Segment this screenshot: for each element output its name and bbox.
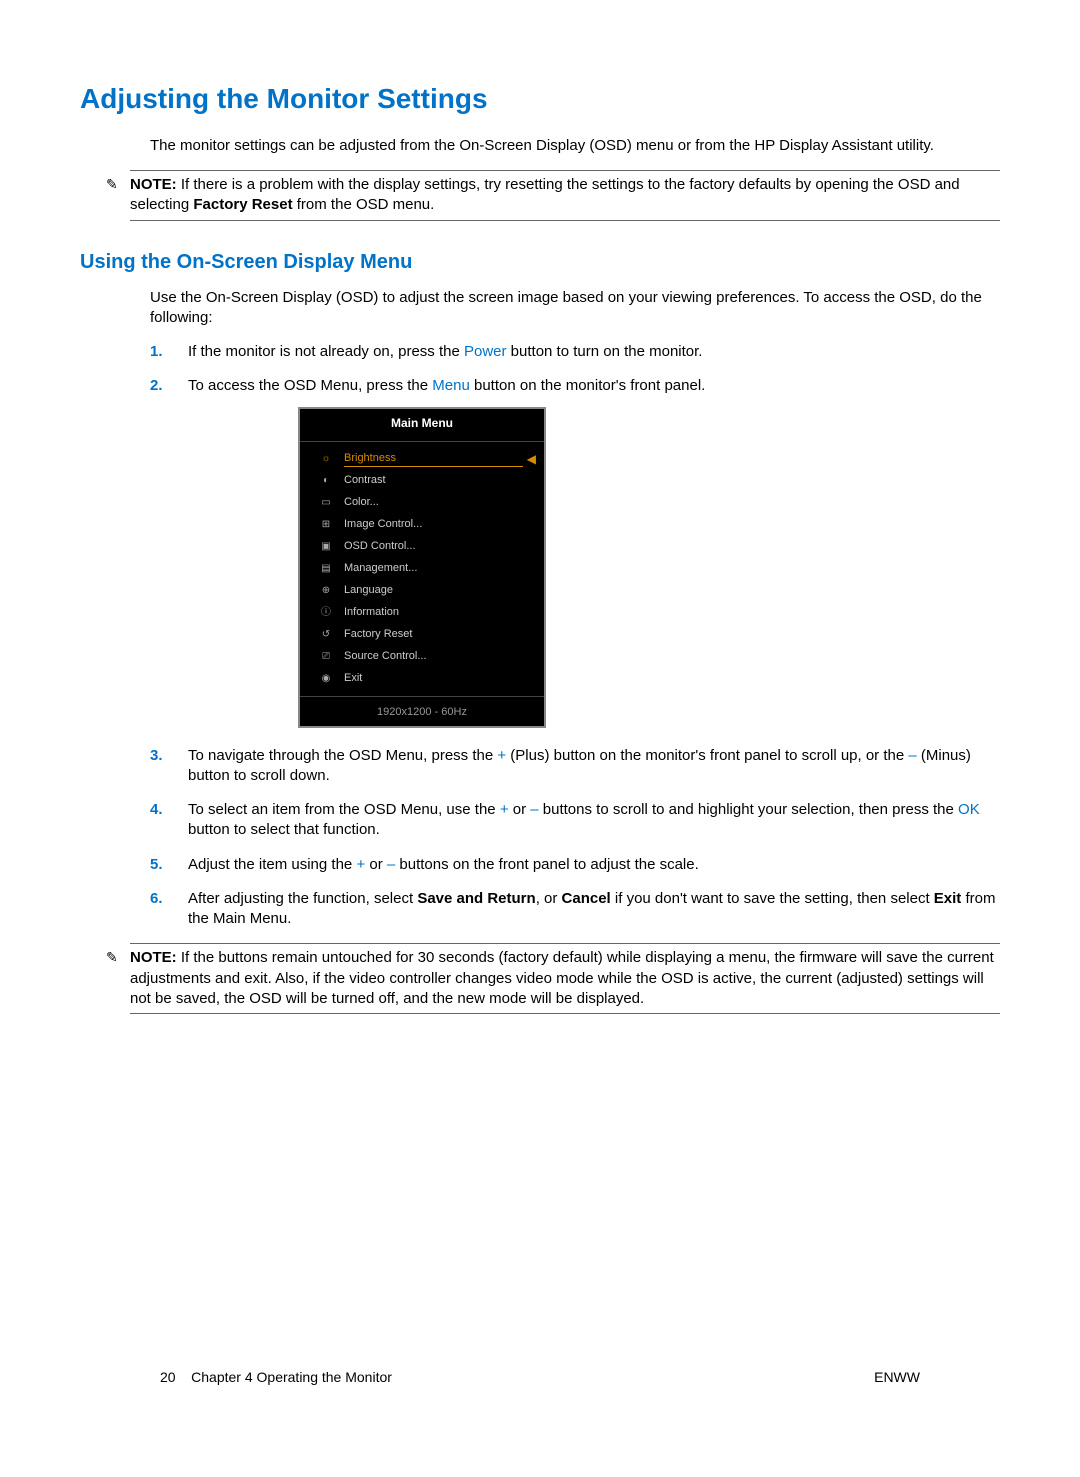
osd-item: ⎚ Source Control... [300, 646, 544, 668]
note-label: NOTE: [130, 176, 177, 193]
osd-item-icon: ☼ [318, 452, 334, 466]
osd-resolution: 1920x1200 - 60Hz [300, 696, 544, 726]
osd-item-icon: ▣ [318, 540, 334, 554]
osd-item-label: Contrast [344, 473, 386, 488]
step-2: 2. To access the OSD Menu, press the Men… [150, 376, 1000, 727]
osd-item: ◐ Contrast [300, 470, 544, 492]
osd-item-icon: ▭ [318, 496, 334, 510]
menu-keyword: Menu [432, 377, 470, 394]
step-4: 4. To select an item from the OSD Menu, … [150, 800, 1000, 841]
minus-keyword: – [908, 747, 916, 764]
note-label: NOTE: [130, 949, 177, 966]
osd-item-label: Management... [344, 561, 417, 576]
osd-selected-arrow-icon: ◀ [527, 451, 536, 467]
osd-item-label: Color... [344, 495, 379, 510]
note-text: If the buttons remain untouched for 30 s… [130, 949, 994, 1007]
intro-paragraph: The monitor settings can be adjusted fro… [150, 136, 1000, 156]
step-number: 2. [150, 376, 163, 396]
power-keyword: Power [464, 343, 507, 360]
osd-item: ↺ Factory Reset [300, 624, 544, 646]
chapter-label: Chapter 4 Operating the Monitor [191, 1369, 392, 1385]
osd-item-icon: ⊕ [318, 584, 334, 598]
osd-item-icon: ◐ [318, 474, 334, 488]
plus-keyword: + [497, 747, 506, 764]
save-return-bold: Save and Return [417, 890, 535, 907]
osd-intro: Use the On-Screen Display (OSD) to adjus… [150, 288, 1000, 329]
step-3: 3. To navigate through the OSD Menu, pre… [150, 746, 1000, 787]
osd-item-label: OSD Control... [344, 539, 416, 554]
step-number: 6. [150, 889, 163, 909]
osd-item: ⊞ Image Control... [300, 514, 544, 536]
osd-item-label: Image Control... [344, 517, 422, 532]
osd-item-icon: ⎚ [318, 650, 334, 664]
page-footer: 20 Chapter 4 Operating the Monitor ENWW [160, 1368, 920, 1387]
osd-item-icon: ▤ [318, 562, 334, 576]
plus-keyword: + [356, 856, 365, 873]
step-number: 5. [150, 855, 163, 875]
osd-title: Main Menu [300, 409, 544, 442]
heading-adjusting: Adjusting the Monitor Settings [80, 80, 1000, 118]
note-icon: ✎ [106, 175, 118, 194]
osd-item-icon: ◉ [318, 672, 334, 686]
note-timeout: ✎ NOTE: If the buttons remain untouched … [130, 943, 1000, 1014]
osd-item-label: Language [344, 583, 393, 598]
step-5: 5. Adjust the item using the + or – butt… [150, 855, 1000, 875]
osd-item-label: Source Control... [344, 649, 427, 664]
note-text-b: from the OSD menu. [293, 196, 435, 213]
osd-item-icon: ⊞ [318, 518, 334, 532]
osd-item: ▤ Management... [300, 558, 544, 580]
osd-menu-list: ☼ Brightness◀ ◐ Contrast ▭ Color... ⊞ Image Con… [300, 442, 544, 696]
step-number: 4. [150, 800, 163, 820]
osd-item-icon: ⓘ [318, 606, 334, 620]
osd-item-label: Exit [344, 671, 362, 686]
step-number: 1. [150, 342, 163, 362]
osd-item-label: Factory Reset [344, 627, 412, 642]
minus-keyword: – [530, 801, 538, 818]
osd-item: ⊕ Language [300, 580, 544, 602]
note-factory-reset: ✎ NOTE: If there is a problem with the d… [130, 170, 1000, 221]
osd-item: ▣ OSD Control... [300, 536, 544, 558]
footer-right: ENWW [874, 1368, 920, 1387]
osd-item-label: Information [344, 605, 399, 620]
step-6: 6. After adjusting the function, select … [150, 889, 1000, 930]
exit-bold: Exit [934, 890, 962, 907]
plus-keyword: + [500, 801, 509, 818]
page-number: 20 [160, 1369, 176, 1385]
osd-item: ◉ Exit [300, 668, 544, 690]
step-1: 1. If the monitor is not already on, pre… [150, 342, 1000, 362]
osd-item: ☼ Brightness◀ [300, 448, 544, 470]
osd-item: ▭ Color... [300, 492, 544, 514]
step-number: 3. [150, 746, 163, 766]
osd-item: ⓘ Information [300, 602, 544, 624]
osd-screenshot: Main Menu ☼ Brightness◀ ◐ Contrast ▭ Color...… [298, 407, 546, 728]
minus-keyword: – [387, 856, 395, 873]
note-bold: Factory Reset [193, 196, 292, 213]
heading-osd: Using the On-Screen Display Menu [80, 249, 1000, 276]
note-icon: ✎ [106, 948, 118, 967]
ok-keyword: OK [958, 801, 980, 818]
osd-item-label: Brightness [344, 451, 523, 467]
cancel-bold: Cancel [562, 890, 611, 907]
osd-item-icon: ↺ [318, 628, 334, 642]
